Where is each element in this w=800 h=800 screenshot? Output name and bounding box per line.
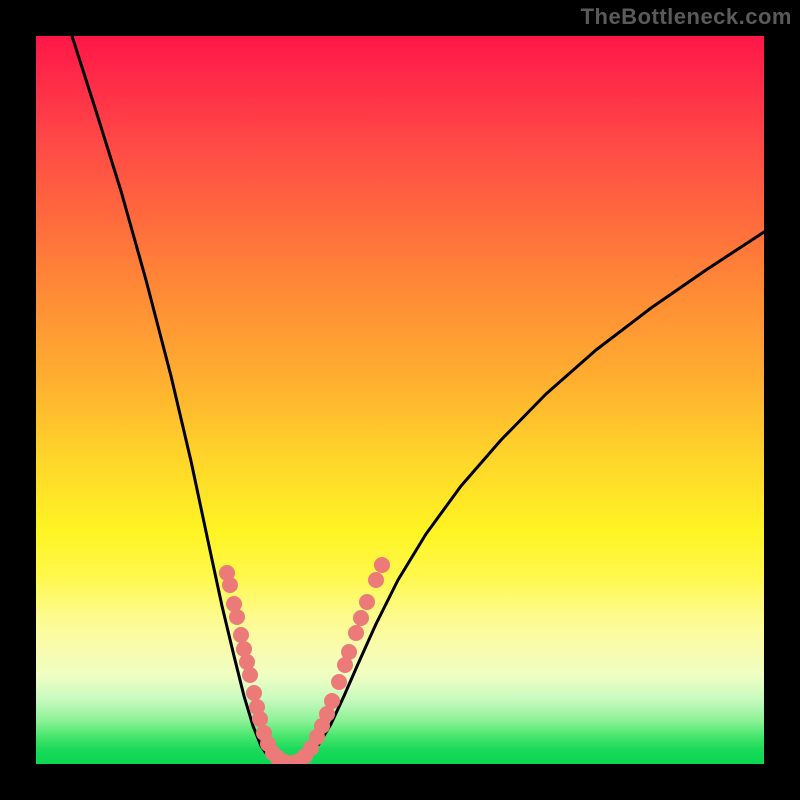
scatter-dot bbox=[222, 577, 238, 593]
scatter-dot bbox=[353, 610, 369, 626]
scatter-dot bbox=[341, 644, 357, 660]
scatter-dot bbox=[348, 625, 364, 641]
scatter-dot bbox=[246, 685, 262, 701]
scatter-dot bbox=[233, 627, 249, 643]
scatter-dot bbox=[359, 594, 375, 610]
plot-area bbox=[36, 36, 764, 764]
scatter-dot bbox=[229, 609, 245, 625]
scatter-dot bbox=[324, 693, 340, 709]
scatter-dots bbox=[219, 557, 390, 764]
chart-frame: TheBottleneck.com bbox=[0, 0, 800, 800]
scatter-dot bbox=[374, 557, 390, 573]
attribution-text: TheBottleneck.com bbox=[581, 4, 792, 30]
scatter-dot bbox=[242, 667, 258, 683]
scatter-dot bbox=[252, 711, 268, 727]
scatter-dot bbox=[368, 572, 384, 588]
scatter-dot bbox=[331, 674, 347, 690]
chart-svg bbox=[36, 36, 764, 764]
bottleneck-curve bbox=[72, 36, 764, 764]
